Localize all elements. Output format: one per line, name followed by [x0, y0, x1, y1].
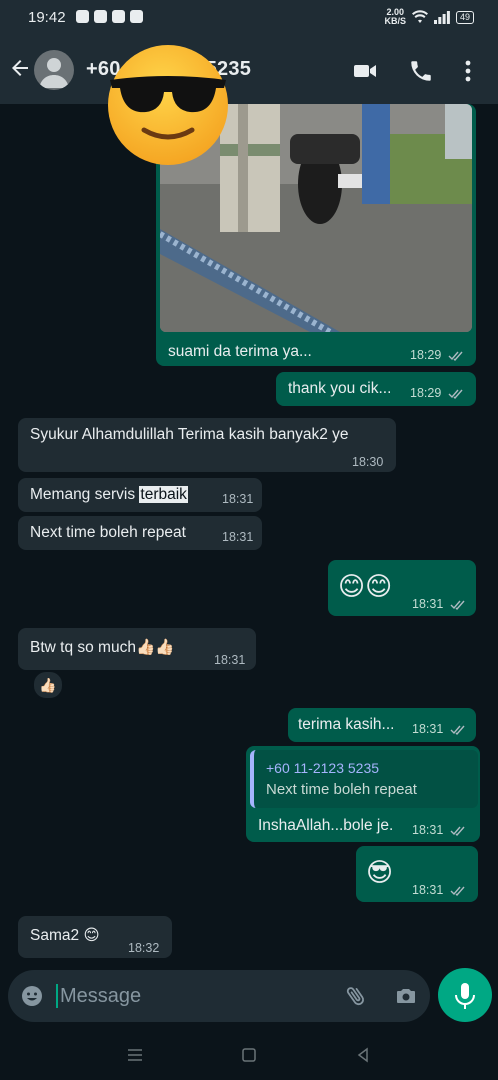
message-bubble-incoming[interactable]: Sama2 😊 18:32	[18, 916, 172, 958]
message-meta: 18:31	[412, 880, 466, 900]
message-bubble-outgoing[interactable]: 😎 18:31	[356, 846, 478, 902]
read-ticks-icon	[450, 826, 465, 836]
highlighted-text: terbaik	[139, 486, 188, 503]
network-speed: 2.00 KB/S	[384, 7, 406, 26]
message-input[interactable]: Message	[56, 984, 141, 1008]
message-composer: Message	[8, 970, 430, 1022]
message-time: 18:31	[222, 492, 254, 506]
message-bubble-incoming[interactable]: Next time boleh repeat 18:31	[18, 516, 262, 550]
battery-icon: 49	[455, 10, 474, 24]
message-bubble-outgoing[interactable]: terima kasih... 18:31	[288, 708, 476, 742]
mic-button[interactable]	[438, 968, 492, 1022]
signal-icon	[433, 10, 450, 24]
camera-icon[interactable]	[394, 984, 418, 1008]
read-ticks-icon	[450, 886, 465, 896]
message-time: 18:29	[410, 386, 442, 400]
status-app-icons	[76, 10, 143, 23]
app-notification-icon	[76, 10, 89, 23]
more-options-icon[interactable]	[458, 58, 478, 84]
message-bubble-outgoing[interactable]: thank you cik... 18:29	[276, 372, 476, 406]
chat-header: +60 11-2123 5235	[0, 36, 498, 104]
message-time: 18:32	[128, 941, 160, 955]
message-emoji: 😊😊	[338, 571, 393, 601]
sunglasses-emoji-sticker	[108, 45, 228, 165]
message-bubble-incoming[interactable]: Memang servis terbaik 18:31	[18, 478, 262, 512]
message-text: Btw tq so much👍🏻👍🏻	[30, 639, 175, 656]
message-reaction[interactable]: 👍🏻	[32, 670, 64, 700]
message-time: 18:31	[214, 653, 246, 667]
message-meta: 18:31	[412, 820, 466, 840]
youtube-notification-icon	[112, 10, 125, 23]
quoted-text: Next time boleh repeat	[266, 781, 417, 798]
read-ticks-icon	[450, 725, 465, 735]
message-text: terima kasih...	[298, 716, 395, 733]
emoji-icon[interactable]	[20, 984, 44, 1008]
message-bubble-outgoing[interactable]: 😊😊 18:31	[328, 560, 476, 616]
nav-menu-icon[interactable]	[126, 1046, 144, 1064]
read-ticks-icon	[448, 351, 463, 361]
video-call-icon[interactable]	[352, 58, 378, 84]
message-text: Memang servis terbaik	[30, 486, 188, 503]
message-caption: suami da terima ya...	[168, 343, 312, 360]
message-time: 18:31	[222, 530, 254, 544]
read-ticks-icon	[450, 600, 465, 610]
avatar-icon	[39, 58, 69, 88]
message-bubble-incoming[interactable]: Syukur Alhamdulillah Terima kasih banyak…	[18, 418, 396, 472]
message-time: 18:31	[412, 597, 444, 611]
game-notification-icon	[94, 10, 107, 23]
message-bubble-reply[interactable]: +60 11-2123 5235 Next time boleh repeat …	[246, 746, 480, 842]
status-bar: 19:42 2.00 KB/S 49	[0, 0, 498, 36]
status-right: 2.00 KB/S 49	[384, 8, 474, 26]
message-time: 18:31	[412, 722, 444, 736]
message-meta: 18:31	[412, 594, 466, 614]
message-text: InshaAllah...bole je.	[258, 817, 394, 834]
status-time: 19:42	[28, 9, 66, 26]
quoted-sender: +60 11-2123 5235	[266, 760, 380, 776]
attach-icon[interactable]	[344, 984, 368, 1008]
message-emoji: 😎	[366, 857, 394, 887]
message-time: 18:31	[412, 883, 444, 897]
quoted-message[interactable]: +60 11-2123 5235 Next time boleh repeat	[250, 750, 478, 808]
wifi-icon	[411, 10, 428, 23]
message-text: Sama2 😊	[30, 927, 100, 944]
voice-call-icon[interactable]	[408, 58, 434, 84]
read-ticks-icon	[448, 389, 463, 399]
chat-area[interactable]: suami da terima ya... 18:29 thank you ci…	[0, 104, 498, 970]
nav-back-icon[interactable]	[354, 1046, 372, 1064]
mail-notification-icon	[130, 10, 143, 23]
message-bubble-incoming[interactable]: Btw tq so much👍🏻👍🏻 18:31	[18, 628, 256, 670]
message-meta: 18:29	[410, 345, 464, 365]
back-arrow-icon[interactable]	[8, 56, 32, 80]
message-meta: 18:29	[410, 383, 464, 403]
message-text: thank you cik...	[288, 380, 392, 397]
message-text: Next time boleh repeat	[30, 524, 186, 541]
message-meta: 18:31	[412, 719, 466, 739]
message-text: Syukur Alhamdulillah Terima kasih banyak…	[30, 426, 349, 443]
nav-home-icon[interactable]	[240, 1046, 258, 1064]
message-time: 18:30	[352, 455, 384, 469]
mic-icon	[455, 983, 475, 1009]
message-time: 18:31	[412, 823, 444, 837]
system-nav-bar	[0, 1030, 498, 1080]
avatar[interactable]	[34, 50, 74, 90]
message-time: 18:29	[410, 348, 442, 362]
